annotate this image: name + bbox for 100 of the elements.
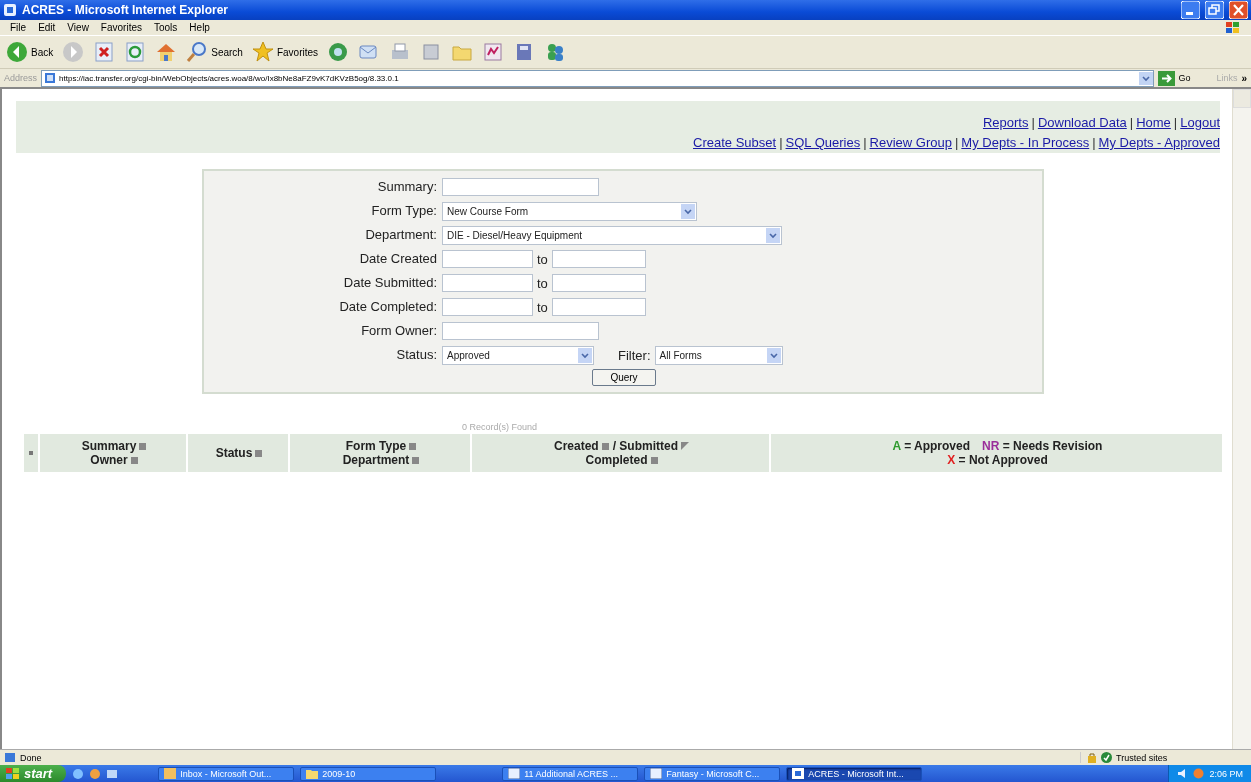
go-button[interactable]: Go — [1158, 70, 1199, 86]
folder-icon — [306, 768, 319, 779]
menu-item[interactable]: Help — [183, 22, 216, 33]
nav-link[interactable]: Reports — [982, 115, 1029, 130]
date-field[interactable] — [442, 250, 533, 268]
bullet-icon — [29, 451, 33, 455]
field-label: Status: — [395, 346, 437, 364]
media-disc-icon[interactable] — [327, 41, 350, 63]
field-label: Department: — [364, 226, 437, 244]
date-field[interactable] — [442, 298, 533, 316]
browser-icon — [792, 768, 805, 779]
range-label: to — [537, 251, 548, 267]
link-separator: | — [1172, 115, 1179, 130]
restore-button[interactable] — [1205, 1, 1224, 19]
link-separator: | — [1030, 115, 1036, 130]
refresh-icon[interactable] — [124, 41, 147, 63]
chart-page-icon[interactable] — [482, 41, 505, 63]
date-field[interactable] — [551, 250, 646, 268]
sort-header[interactable]: Department — [342, 453, 420, 467]
back-button[interactable]: Back — [6, 41, 54, 63]
field-label: Date Completed: — [338, 298, 437, 316]
search-icon — [186, 41, 209, 63]
taskbar-button[interactable]: Fantasy - Microsoft C... — [644, 766, 781, 781]
stop-icon[interactable] — [93, 41, 116, 63]
records-found-text: 0 Record(s) Found — [460, 422, 538, 432]
sort-header[interactable]: / Submitted — [612, 439, 689, 453]
sort-header[interactable]: Form Type — [345, 439, 417, 453]
query-button[interactable]: Query — [592, 369, 656, 386]
start-button[interactable]: start — [0, 765, 67, 782]
nav-link[interactable]: Review Group — [869, 135, 952, 150]
nav-link[interactable]: My Depts - Approved — [1098, 135, 1220, 150]
menu-item[interactable]: Favorites — [94, 22, 148, 33]
minimize-button[interactable] — [1181, 1, 1200, 19]
arrow-icon — [1158, 70, 1176, 86]
page-icon — [4, 752, 16, 763]
star-icon — [251, 41, 274, 63]
field-label: Date Submitted: — [342, 274, 437, 292]
address-label: Address — [4, 73, 38, 83]
favorites-button[interactable]: Favorites — [251, 41, 319, 63]
close-button[interactable] — [1229, 1, 1248, 19]
field-label: Form Type: — [370, 202, 437, 220]
page-icon — [44, 72, 57, 84]
nav-link[interactable]: My Depts - In Process — [961, 135, 1090, 150]
zone-text: Trusted sites — [1116, 752, 1168, 763]
status-text: Done — [20, 752, 42, 763]
window-title: ACRES - Microsoft Internet Explorer — [22, 3, 229, 17]
nav-link[interactable]: Home — [1136, 115, 1171, 130]
date-field[interactable] — [551, 298, 646, 316]
date-field[interactable] — [551, 274, 646, 292]
nav-link[interactable]: Download Data — [1037, 115, 1127, 130]
search-button[interactable]: Search — [186, 41, 243, 63]
more-chevron[interactable]: » — [1241, 72, 1247, 84]
check-circle-icon — [1101, 752, 1112, 763]
link-separator: | — [778, 135, 784, 150]
document-icon — [650, 768, 663, 779]
department-dropdown[interactable]: DIE - Diesel/Heavy Equipment — [442, 225, 782, 245]
field-label: Form Owner: — [360, 322, 437, 340]
legend-text: NR = Needs Revision — [982, 439, 1103, 453]
url-text: https://iac.transfer.org/cgi-bin/WebObjects/acres.woa/8/wo/Ix8bNe8aFZ9vK7dKVzB5og/8.33.0.1 — [59, 73, 400, 83]
scrollbar[interactable] — [1232, 89, 1251, 749]
menu-item[interactable]: View — [61, 22, 95, 33]
nav-link[interactable]: SQL Queries — [785, 135, 861, 150]
field-label: Date Created — [358, 250, 437, 268]
link-separator: | — [1091, 135, 1097, 150]
form-type-dropdown[interactable]: New Course Form — [442, 201, 697, 221]
nav-link[interactable]: Create Subset — [693, 135, 777, 150]
field-label: Summary: — [376, 178, 437, 196]
summary-field[interactable] — [442, 178, 599, 196]
field-label: Filter: — [618, 347, 651, 363]
lock-icon — [1087, 752, 1097, 763]
sort-header[interactable]: Completed — [585, 453, 658, 467]
sort-header[interactable]: Status — [215, 446, 263, 460]
sort-header[interactable]: Owner — [90, 453, 138, 467]
taskbar-button[interactable]: ACRES - Microsoft Int... — [786, 766, 923, 781]
sort-header[interactable]: Created — [554, 439, 609, 453]
link-separator: | — [1128, 115, 1135, 130]
windows-logo-icon — [6, 767, 20, 780]
range-label: to — [537, 275, 548, 291]
envelope-icon — [164, 768, 177, 779]
address-field[interactable]: https://iac.transfer.org/cgi-bin/WebObjects/acres.woa/8/wo/Ix8bNe8aFZ9vK7dKVzB5og/8.33.0.1 — [41, 69, 1155, 87]
nav-link[interactable]: Logout — [1180, 115, 1220, 130]
legend-text: A = Approved — [892, 439, 971, 453]
status-dropdown[interactable]: Approved — [442, 345, 594, 365]
windows-logo-icon — [1225, 20, 1241, 35]
filter-dropdown[interactable]: All Forms — [654, 345, 783, 365]
taskbar-button[interactable]: Inbox - Microsoft Out... — [158, 766, 295, 781]
taskbar-button[interactable]: 11 Additional ACRES ... — [502, 766, 639, 781]
legend-text: X = Not Approved — [947, 453, 1048, 467]
menu-item[interactable]: Edit — [32, 22, 62, 33]
document-icon — [508, 768, 521, 779]
link-separator: | — [862, 135, 868, 150]
link-separator: | — [953, 135, 960, 150]
date-field[interactable] — [442, 274, 533, 292]
form-owner-field[interactable] — [442, 322, 599, 340]
menu-item[interactable]: File — [4, 22, 33, 33]
taskbar-button[interactable]: 2009-10 — [300, 766, 437, 781]
sort-header[interactable]: Summary — [81, 439, 147, 453]
browser-icon[interactable] — [72, 767, 85, 780]
menu-item[interactable]: Tools — [148, 22, 184, 33]
browser-icon — [3, 3, 17, 17]
